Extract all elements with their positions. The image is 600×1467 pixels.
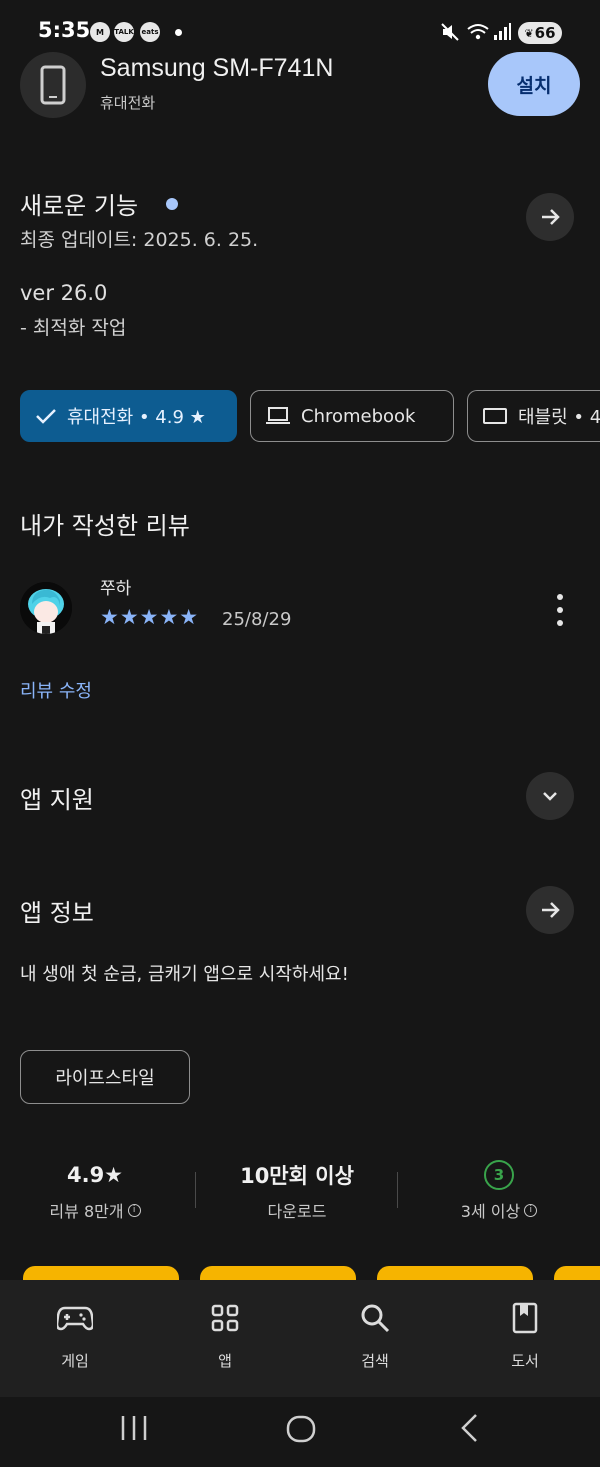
- search-icon: [361, 1304, 390, 1333]
- battery-leaf-icon: ❦: [524, 26, 534, 40]
- category-chip[interactable]: 라이프스타일: [20, 1050, 190, 1104]
- edit-review-link[interactable]: 리뷰 수정: [20, 677, 92, 703]
- downloads-value: 10만회 이상: [240, 1164, 354, 1188]
- review-stars: ★★★★★: [100, 605, 200, 629]
- signal-icon: [494, 23, 511, 40]
- nav-games-label: 게임: [61, 1352, 89, 1370]
- install-button[interactable]: 설치: [488, 52, 580, 116]
- stat-divider: [397, 1172, 398, 1208]
- whats-new-arrow-button[interactable]: [526, 193, 574, 241]
- status-bar: 5:35 M TALK eats ❦ 66: [0, 0, 600, 60]
- downloads-label: 다운로드: [267, 1202, 327, 1221]
- nav-apps-label: 앱: [218, 1352, 232, 1370]
- reviewer-avatar: [20, 582, 72, 634]
- app-info-title: 앱 정보: [20, 899, 94, 927]
- battery-level: 66: [534, 24, 556, 42]
- chip-tablet-label: 태블릿 • 4: [518, 407, 600, 428]
- review-date: 25/8/29: [222, 609, 292, 630]
- app-icon: [20, 52, 86, 118]
- app-support-expand-button[interactable]: [526, 772, 574, 820]
- tablet-icon: [483, 408, 507, 424]
- phone-icon: [40, 65, 66, 105]
- m-app-notification-icon: M: [90, 22, 110, 42]
- whats-new-title: 새로운 기능: [20, 192, 139, 220]
- stat-age-rating[interactable]: 3 3세 이상 i: [409, 1160, 589, 1222]
- stat-downloads: 10만회 이상 다운로드: [207, 1160, 387, 1222]
- my-review-heading: 내가 작성한 리뷰: [20, 512, 190, 540]
- age-rating-badge-icon: 3: [484, 1160, 514, 1190]
- chip-phone-label: 휴대전화 • 4.9 ★: [67, 407, 206, 428]
- nav-search[interactable]: 검색: [320, 1298, 430, 1371]
- back-icon[interactable]: [458, 1413, 482, 1443]
- arrow-right-icon: [542, 902, 560, 918]
- arrow-right-icon: [542, 209, 560, 225]
- chip-tablet[interactable]: 태블릿 • 4: [467, 390, 600, 442]
- nav-search-label: 검색: [361, 1352, 389, 1370]
- chevron-down-icon: [543, 792, 557, 801]
- home-icon[interactable]: [286, 1414, 316, 1444]
- rating-value: 4.9★: [66, 1163, 124, 1187]
- last-updated: 최종 업데이트: 2025. 6. 25.: [20, 229, 259, 251]
- review-more-options-icon[interactable]: [546, 594, 574, 626]
- rating-label: 리뷰 8만개: [49, 1202, 124, 1221]
- nav-books[interactable]: 도서: [470, 1298, 580, 1371]
- gamepad-icon: [57, 1306, 93, 1331]
- status-time: 5:35: [38, 18, 91, 42]
- apps-grid-icon: [211, 1304, 239, 1332]
- app-info-arrow-button[interactable]: [526, 886, 574, 934]
- new-indicator-dot: [166, 198, 178, 210]
- version-text: ver 26.0: [20, 281, 108, 305]
- wifi-icon: [467, 24, 489, 40]
- battery-indicator: ❦ 66: [518, 22, 562, 44]
- app-subtitle: 휴대전화: [100, 94, 156, 112]
- nav-books-label: 도서: [511, 1352, 539, 1370]
- release-notes: - 최적화 작업: [20, 317, 127, 339]
- recent-apps-icon[interactable]: [118, 1414, 150, 1442]
- reviewer-name: 쭈하: [100, 579, 132, 599]
- check-icon: [36, 409, 56, 424]
- avatar-image: [20, 582, 72, 634]
- stat-divider: [195, 1172, 196, 1208]
- book-icon: [512, 1302, 538, 1334]
- app-description: 내 생애 첫 순금, 금캐기 앱으로 시작하세요!: [20, 964, 349, 985]
- info-icon: i: [127, 1203, 141, 1217]
- coupang-eats-notification-icon: eats: [140, 22, 160, 42]
- chip-chromebook[interactable]: Chromebook: [250, 390, 454, 442]
- chip-phone[interactable]: 휴대전화 • 4.9 ★: [20, 390, 237, 442]
- mute-icon: [441, 23, 459, 41]
- age-rating-label: 3세 이상: [460, 1202, 521, 1221]
- laptop-icon: [266, 407, 290, 424]
- app-title: Samsung SM-F741N: [100, 54, 334, 82]
- nav-apps[interactable]: 앱: [170, 1298, 280, 1371]
- info-icon: i: [524, 1203, 538, 1217]
- kakaotalk-notification-icon: TALK: [114, 22, 134, 42]
- chip-chromebook-label: Chromebook: [301, 405, 416, 427]
- stat-rating[interactable]: 4.9★ 리뷰 8만개 i: [5, 1160, 185, 1222]
- app-support-title: 앱 지원: [20, 786, 94, 814]
- nav-games[interactable]: 게임: [20, 1298, 130, 1371]
- more-notifications-dot-icon: [175, 29, 182, 36]
